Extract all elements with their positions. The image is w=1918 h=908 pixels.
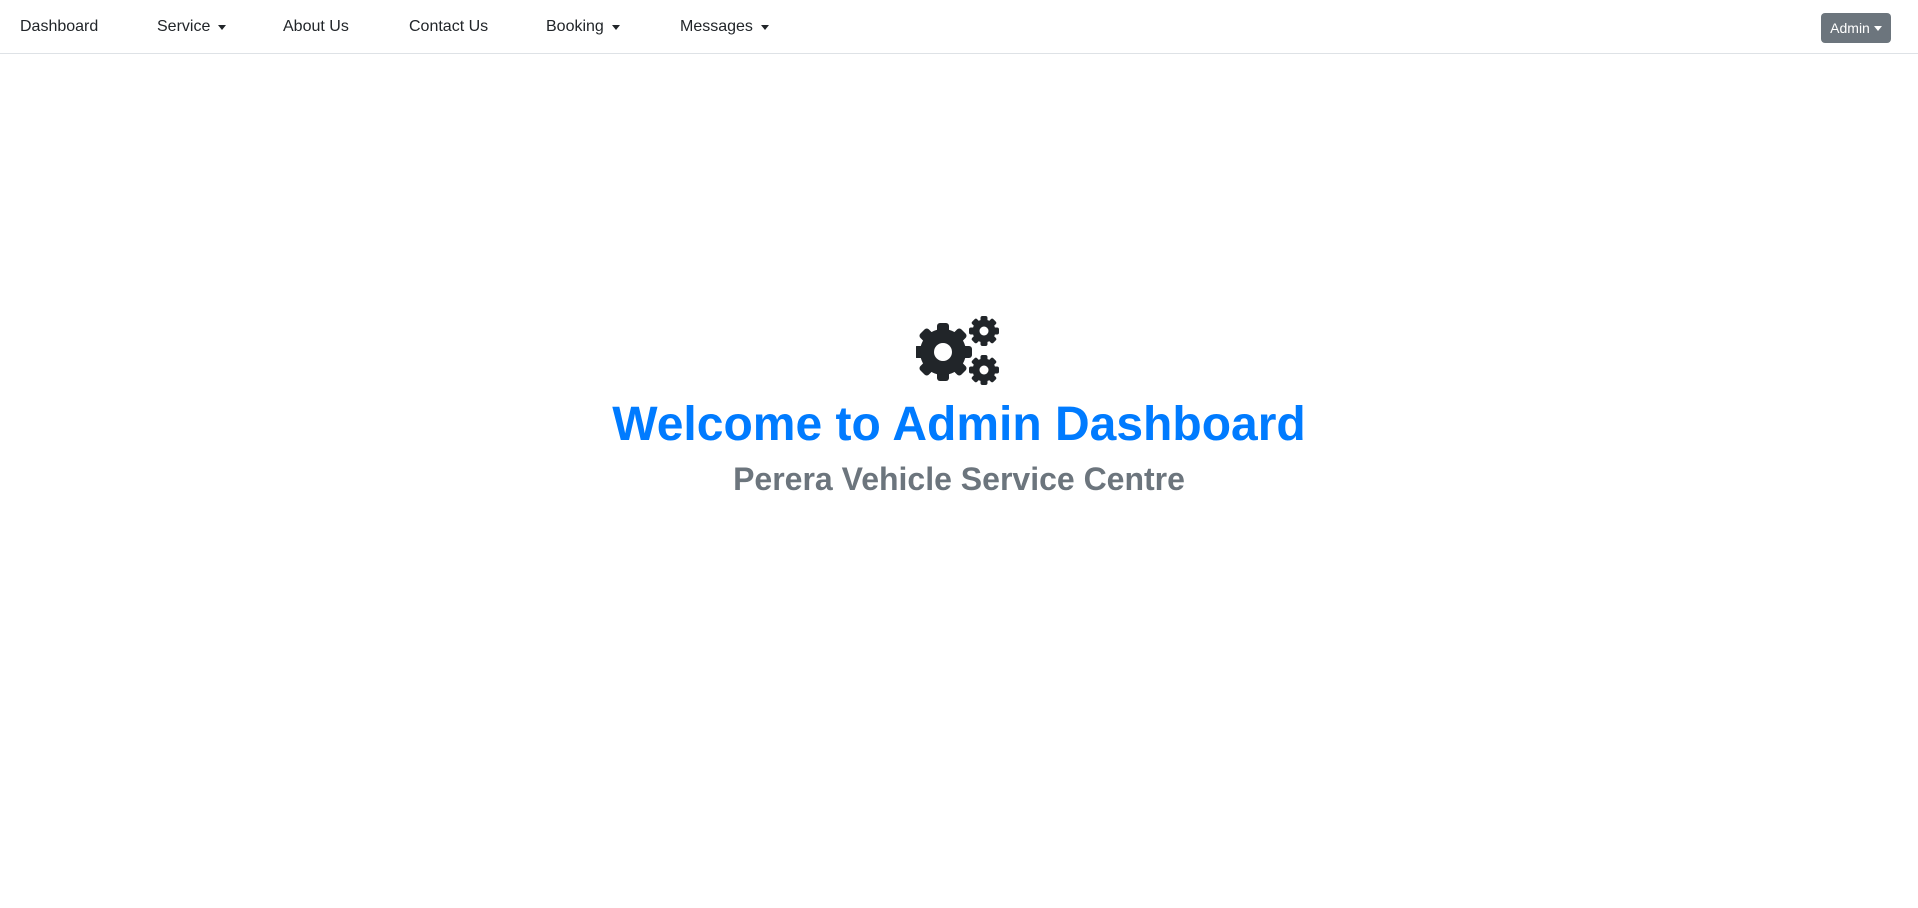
nav-item-contact-us[interactable]: Contact Us	[409, 18, 488, 36]
admin-dropdown-label: Admin	[1830, 20, 1870, 36]
gears-icon	[916, 316, 999, 385]
admin-dropdown-button[interactable]: Admin	[1821, 13, 1891, 43]
page-title: Welcome to Admin Dashboard	[612, 398, 1306, 451]
nav-item-messages[interactable]: Messages	[680, 18, 769, 36]
nav-item-contact-us-label: Contact Us	[409, 18, 489, 35]
nav-item-service[interactable]: Service	[157, 18, 227, 36]
page-subtitle: Perera Vehicle Service Centre	[733, 460, 1185, 497]
nav-item-dashboard-label: Dashboard	[20, 18, 99, 35]
nav-item-booking[interactable]: Booking	[546, 18, 620, 36]
nav-item-messages-label: Messages	[680, 18, 753, 35]
chevron-down-icon	[1873, 26, 1882, 31]
top-navbar: Dashboard Service About Us Contact Us Bo…	[0, 0, 1918, 54]
hero-section: Welcome to Admin Dashboard Perera Vehicl…	[0, 316, 1918, 498]
chevron-down-icon	[611, 25, 620, 30]
nav-item-booking-label: Booking	[546, 18, 604, 35]
nav-item-about-us-label: About Us	[283, 18, 349, 35]
chevron-down-icon	[760, 25, 769, 30]
chevron-down-icon	[218, 25, 227, 30]
nav-item-dashboard[interactable]: Dashboard	[20, 18, 98, 36]
nav-item-service-label: Service	[157, 18, 211, 35]
nav-item-about-us[interactable]: About Us	[283, 18, 349, 36]
